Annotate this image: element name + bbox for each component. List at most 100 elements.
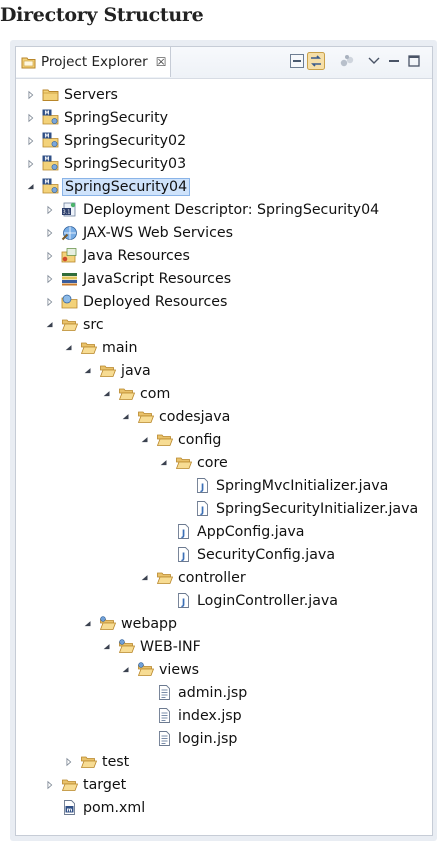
collapsed-arrow-icon[interactable] <box>44 221 56 244</box>
view-menu-icon[interactable] <box>365 52 383 70</box>
open-folder-icon <box>137 408 154 425</box>
tree-item-java[interactable]: java <box>16 359 432 382</box>
expanded-arrow-icon[interactable] <box>101 382 113 405</box>
tree-item-pom-xml[interactable]: m pom.xml <box>16 796 432 819</box>
tree-item-src[interactable]: src <box>16 313 432 336</box>
open-folder-icon <box>80 753 97 770</box>
tree-item-label: SpringSecurity <box>64 109 169 126</box>
expanded-arrow-icon[interactable] <box>139 428 151 451</box>
expanded-arrow-icon[interactable] <box>120 405 132 428</box>
tree-item-controller[interactable]: controller <box>16 566 432 589</box>
tree-item-springsecurityinitializer-java[interactable]: J SpringSecurityInitializer.java <box>16 497 432 520</box>
tab-project-explorer[interactable]: Project Explorer ☒ <box>16 47 171 77</box>
collapsed-arrow-icon[interactable] <box>44 198 56 221</box>
tree-item-label: SpringSecurity03 <box>64 155 187 172</box>
link-with-editor-icon[interactable] <box>307 52 325 70</box>
tree-item-jax-ws-web-services[interactable]: JAX-WS Web Services <box>16 221 432 244</box>
tree-item-login-jsp[interactable]: login.jsp <box>16 727 432 750</box>
tree-item-label: pom.xml <box>83 799 146 816</box>
tree-item-springmvcinitializer-java[interactable]: J SpringMvcInitializer.java <box>16 474 432 497</box>
tree-item-label: com <box>140 385 171 402</box>
tree-item-servers[interactable]: Servers <box>16 83 432 106</box>
project-explorer-view: Project Explorer ☒ Servers M SpringSecur… <box>15 46 433 836</box>
tree-item-springsecurity04[interactable]: M SpringSecurity04 <box>16 175 432 198</box>
tree-item-deployed-resources[interactable]: Deployed Resources <box>16 290 432 313</box>
tree-item-core[interactable]: core <box>16 451 432 474</box>
jsp-file-icon <box>156 684 173 701</box>
svg-text:M: M <box>45 179 50 185</box>
maximize-icon[interactable] <box>405 52 423 70</box>
tree-item-config[interactable]: config <box>16 428 432 451</box>
focus-on-active-task-icon[interactable] <box>338 52 356 70</box>
expanded-arrow-icon[interactable] <box>120 658 132 681</box>
expanded-arrow-icon[interactable] <box>63 336 75 359</box>
project-tree: Servers M SpringSecurity M SpringSecurity02 M… <box>16 79 432 835</box>
expanded-arrow-icon[interactable] <box>82 359 94 382</box>
tree-item-label: SpringSecurity04 <box>62 177 191 196</box>
tree-item-views[interactable]: views <box>16 658 432 681</box>
tree-item-target[interactable]: target <box>16 773 432 796</box>
tree-item-web-inf[interactable]: WEB-INF <box>16 635 432 658</box>
tree-item-label: login.jsp <box>178 730 238 747</box>
open-folder-icon <box>175 454 192 471</box>
expanded-arrow-icon[interactable] <box>25 175 37 198</box>
expanded-arrow-icon[interactable] <box>139 566 151 589</box>
tree-item-codesjava[interactable]: codesjava <box>16 405 432 428</box>
collapsed-arrow-icon[interactable] <box>44 267 56 290</box>
expanded-arrow-icon[interactable] <box>158 451 170 474</box>
collapsed-arrow-icon[interactable] <box>25 106 37 129</box>
expanded-arrow-icon[interactable] <box>44 313 56 336</box>
open-folder-icon <box>61 316 78 333</box>
tree-item-label: SecurityConfig.java <box>197 546 336 563</box>
page-heading: Directory Structure <box>0 4 204 26</box>
tree-item-admin-jsp[interactable]: admin.jsp <box>16 681 432 704</box>
tree-item-springsecurity[interactable]: M SpringSecurity <box>16 106 432 129</box>
view-toolbar: Project Explorer ☒ <box>16 47 432 79</box>
tree-item-label: Deployment Descriptor: SpringSecurity04 <box>83 201 380 218</box>
tree-item-label: Java Resources <box>83 247 190 264</box>
tree-item-label: SpringSecurityInitializer.java <box>216 500 419 517</box>
collapsed-arrow-icon[interactable] <box>25 83 37 106</box>
collapsed-arrow-icon[interactable] <box>63 750 75 773</box>
tree-item-test[interactable]: test <box>16 750 432 773</box>
tree-item-label: webapp <box>121 615 178 632</box>
collapsed-arrow-icon[interactable] <box>25 152 37 175</box>
tree-item-appconfig-java[interactable]: J AppConfig.java <box>16 520 432 543</box>
tree-item-java-resources[interactable]: Java Resources <box>16 244 432 267</box>
tree-item-index-jsp[interactable]: index.jsp <box>16 704 432 727</box>
svg-text:m: m <box>67 807 73 813</box>
collapsed-arrow-icon[interactable] <box>44 290 56 313</box>
close-icon[interactable]: ☒ <box>156 55 167 69</box>
tree-item-label: core <box>197 454 228 471</box>
tree-item-springsecurity03[interactable]: M SpringSecurity03 <box>16 152 432 175</box>
expanded-arrow-icon[interactable] <box>101 635 113 658</box>
jsp-file-icon <box>156 707 173 724</box>
tree-item-main[interactable]: main <box>16 336 432 359</box>
collapsed-arrow-icon[interactable] <box>44 244 56 267</box>
tree-item-securityconfig-java[interactable]: J SecurityConfig.java <box>16 543 432 566</box>
tree-item-label: JavaScript Resources <box>83 270 232 287</box>
tree-item-label: JAX-WS Web Services <box>83 224 234 241</box>
collapsed-arrow-icon[interactable] <box>44 773 56 796</box>
svg-text:J: J <box>181 598 185 608</box>
tree-item-label: target <box>83 776 127 793</box>
tree-item-springsecurity02[interactable]: M SpringSecurity02 <box>16 129 432 152</box>
expanded-arrow-icon[interactable] <box>82 612 94 635</box>
tree-item-deployment-descriptor-springsecurity04[interactable]: 3.1 Deployment Descriptor: SpringSecurity… <box>16 198 432 221</box>
tree-item-label: config <box>178 431 222 448</box>
tree-item-com[interactable]: com <box>16 382 432 405</box>
tree-item-label: main <box>102 339 138 356</box>
minimize-icon[interactable] <box>385 52 403 70</box>
tree-item-label: Servers <box>64 86 118 103</box>
open-folder-icon <box>118 385 135 402</box>
collapse-all-icon[interactable] <box>288 52 306 70</box>
tree-item-logincontroller-java[interactable]: J LoginController.java <box>16 589 432 612</box>
collapsed-arrow-icon[interactable] <box>25 129 37 152</box>
tree-item-webapp[interactable]: webapp <box>16 612 432 635</box>
tree-item-label: Deployed Resources <box>83 293 228 310</box>
javascript-resources-icon <box>61 270 78 287</box>
tree-item-javascript-resources[interactable]: JavaScript Resources <box>16 267 432 290</box>
